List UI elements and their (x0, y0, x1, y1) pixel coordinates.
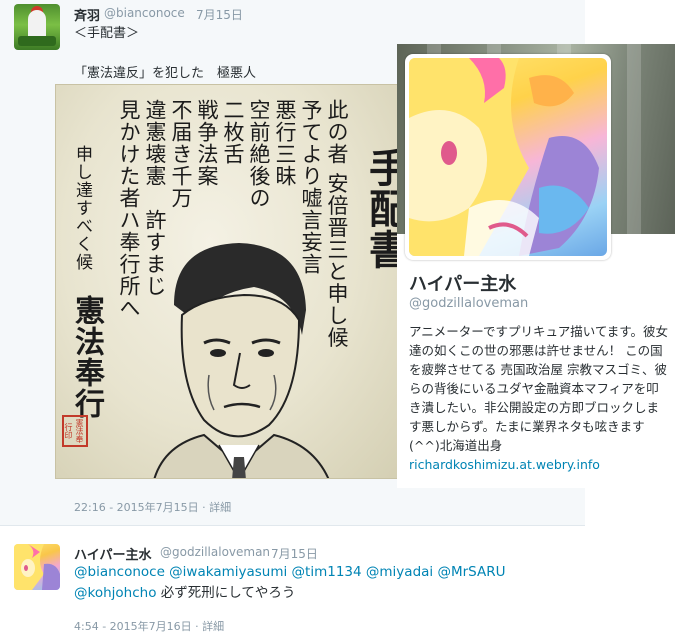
mention-link[interactable]: @miyadai (366, 564, 433, 580)
tweet-date[interactable]: 7月15日 (271, 545, 318, 562)
tweet-timestamp[interactable]: 22:16 - 2015年7月15日 (74, 501, 199, 514)
profile-name[interactable]: ハイパー主水 (409, 270, 516, 296)
profile-avatar[interactable] (405, 54, 611, 260)
tweet-date[interactable]: 7月15日 (196, 6, 243, 23)
user-avatar[interactable] (14, 4, 60, 50)
poster-signature: 憲法奉行 (69, 295, 104, 419)
poster-seal: 憲法奉行印 (62, 415, 88, 447)
poster-title: 手配書 (362, 147, 399, 270)
poster-column: 悪行三昧 (273, 99, 297, 187)
profile-bio-text: アニメーターですプリキュア描いてます。彼女達の如くこの世の邪悪は許せません！ こ… (409, 324, 669, 453)
profile-bio: アニメーターですプリキュア描いてます。彼女達の如くこの世の邪悪は許せません！ こ… (409, 322, 669, 474)
poster-column: 戦争法案 (195, 99, 219, 187)
tweet-1: 斉羽 @bianconoce 7月15日 ＜手配書＞ 「憲法違反」を犯した 極悪… (0, 0, 675, 525)
details-link[interactable]: 詳細 (202, 620, 224, 633)
mention-link[interactable]: @MrSARU (437, 564, 505, 580)
portrait-drawing (153, 243, 330, 478)
tweet-timestamp[interactable]: 4:54 - 2015年7月16日 (74, 620, 192, 633)
anime-character-illustration (409, 58, 599, 256)
mention-link[interactable]: @iwakamiyasumi (169, 564, 287, 580)
mention-link[interactable]: @bianconoce (74, 564, 165, 580)
tweet-divider (0, 525, 585, 526)
tweet-author-name[interactable]: ハイパー主水 (74, 544, 151, 563)
poster-column: 二枚舌 (221, 99, 245, 165)
mention-link[interactable]: @kohjohcho (74, 585, 156, 601)
tweet-text-line-2: 「憲法違反」を犯した 極悪人 (74, 66, 257, 81)
profile-hover-card: ハイパー主水 @godzillaloveman アニメーターですプリキュア描いて… (397, 44, 675, 488)
tweet-author-handle[interactable]: @bianconoce (104, 6, 185, 20)
poster-column: 空前絶後の (247, 99, 271, 209)
footer-separator: · (191, 620, 203, 633)
tweet-text: @bianconoce @iwakamiyasumi @tim1134 @miy… (74, 562, 544, 604)
profile-link[interactable]: richardkoshimizu.at.webry.info (409, 457, 600, 472)
tweet-body-text: 必ず死刑にしてやろう (160, 585, 296, 601)
tweet-author-handle[interactable]: @godzillaloveman (160, 545, 270, 559)
tweet-footer: 4:54 - 2015年7月16日 · 詳細 (74, 618, 224, 634)
wanted-poster-image[interactable]: 手配書 此の者 安倍晋三と申し候 予てより嘘言妄言 悪行三昧 空前絶後の 二枚舌… (55, 84, 399, 479)
poster-column: 不届き千万 (169, 99, 193, 209)
tweet-footer: 22:16 - 2015年7月15日 · 詳細 (74, 499, 231, 515)
details-link[interactable]: 詳細 (209, 501, 231, 514)
user-avatar[interactable] (14, 544, 60, 590)
poster-column: 申し達すべく候 (72, 145, 92, 271)
footer-separator: · (198, 501, 210, 514)
tweet-text-line-1: ＜手配書＞ (74, 26, 140, 41)
anime-character-avatar (14, 544, 60, 590)
profile-handle[interactable]: @godzillaloveman (409, 296, 528, 311)
mention-link[interactable]: @tim1134 (292, 564, 362, 580)
